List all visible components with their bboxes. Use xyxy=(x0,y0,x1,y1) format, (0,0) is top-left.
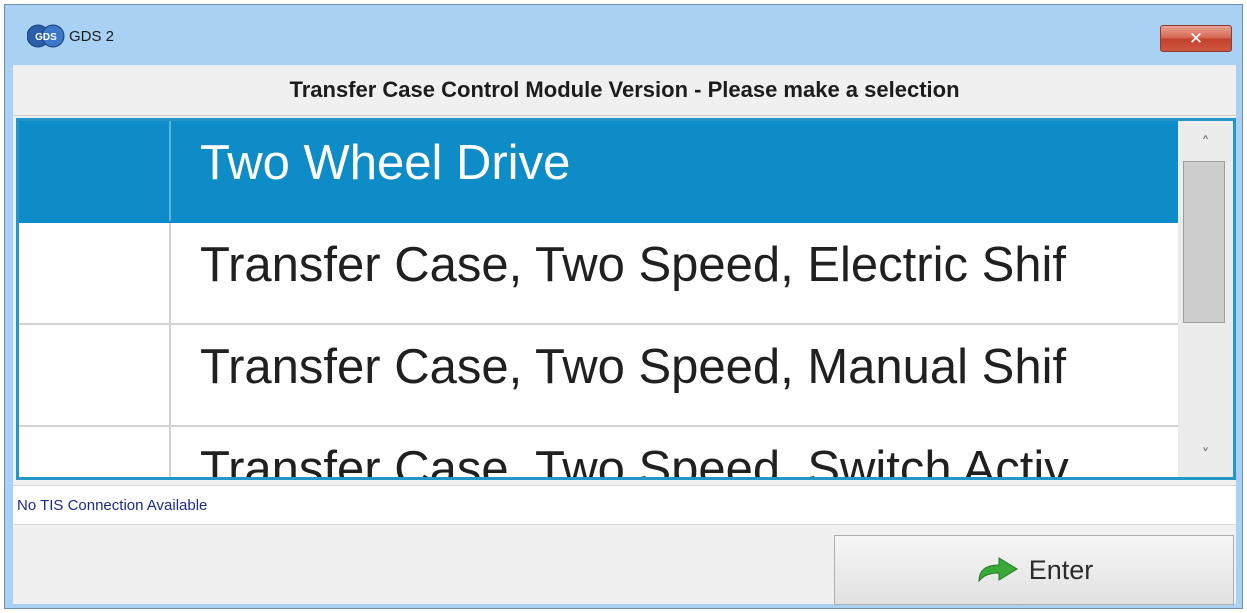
status-text: No TIS Connection Available xyxy=(17,497,208,514)
list-item-label: Two Wheel Drive xyxy=(200,136,571,190)
close-button[interactable]: ✕ xyxy=(1160,25,1232,52)
list-item-label: Transfer Case, Two Speed, Switch Activ xyxy=(200,442,1069,477)
option-rows: Two Wheel Drive Transfer Case, Two Speed… xyxy=(19,121,1178,477)
list-item-marker-cell xyxy=(19,325,171,425)
list-item-marker-cell xyxy=(19,427,171,477)
option-list[interactable]: Two Wheel Drive Transfer Case, Two Speed… xyxy=(16,118,1236,480)
list-item-marker-cell xyxy=(19,121,171,221)
list-item-two-wheel-drive[interactable]: Two Wheel Drive xyxy=(19,121,1178,223)
list-item-electric-shift[interactable]: Transfer Case, Two Speed, Electric Shif xyxy=(19,223,1178,325)
button-bar: Enter xyxy=(13,527,1236,605)
window-title: GDS 2 xyxy=(69,28,115,45)
green-arrow-icon xyxy=(978,557,1018,583)
gds-logo-icon: GDS xyxy=(27,24,65,48)
list-item-label: Transfer Case, Two Speed, Manual Shif xyxy=(200,340,1067,394)
list-item-switch-activated[interactable]: Transfer Case, Two Speed, Switch Activ xyxy=(19,427,1178,477)
enter-button-label: Enter xyxy=(1028,554,1094,585)
enter-button[interactable]: Enter xyxy=(834,535,1234,605)
gds-logo-text: GDS xyxy=(35,32,57,43)
title-bar: GDS GDS 2 ✕ xyxy=(5,5,1242,63)
chevron-up-icon: ˄ xyxy=(1201,132,1210,152)
gds2-window: GDS GDS 2 ✕ Transfer Case Control Module… xyxy=(4,4,1243,609)
close-icon: ✕ xyxy=(1188,28,1204,49)
list-item-marker-cell xyxy=(19,223,171,323)
list-item-label: Transfer Case, Two Speed, Electric Shif xyxy=(200,238,1067,292)
list-item-manual-shift[interactable]: Transfer Case, Two Speed, Manual Shif xyxy=(19,325,1178,427)
scroll-thumb[interactable] xyxy=(1183,161,1225,323)
selection-prompt: Transfer Case Control Module Version - P… xyxy=(13,65,1236,116)
selection-prompt-text: Transfer Case Control Module Version - P… xyxy=(289,77,960,102)
chevron-down-icon: ˅ xyxy=(1201,444,1210,464)
scroll-down-button[interactable]: ˅ xyxy=(1178,437,1233,471)
scroll-up-button[interactable]: ˄ xyxy=(1178,125,1233,159)
dialog-content: Transfer Case Control Module Version - P… xyxy=(13,65,1236,605)
list-scrollbar[interactable]: ˄ ˅ xyxy=(1178,121,1233,477)
status-bar: No TIS Connection Available xyxy=(13,485,1236,525)
